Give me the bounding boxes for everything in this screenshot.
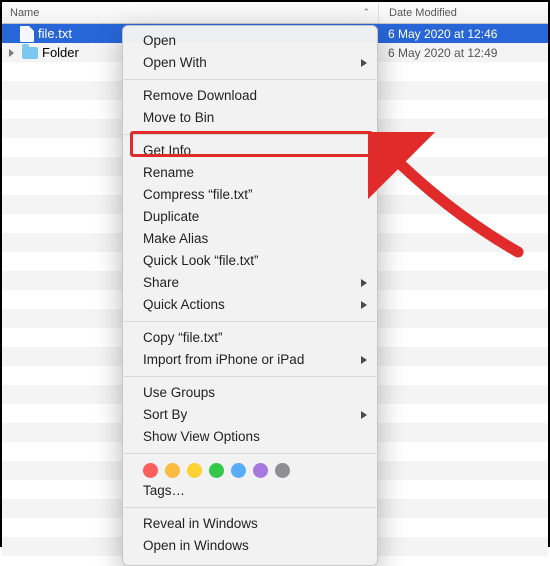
menu-remove-download[interactable]: Remove Download (123, 85, 377, 107)
tag-orange[interactable] (165, 463, 180, 478)
column-date-label: Date Modified (389, 7, 457, 19)
menu-separator (124, 376, 376, 377)
folder-icon (22, 47, 38, 59)
menu-open[interactable]: Open (123, 30, 377, 52)
menu-separator (124, 321, 376, 322)
tag-blue[interactable] (231, 463, 246, 478)
menu-copy[interactable]: Copy “file.txt” (123, 327, 377, 349)
menu-duplicate[interactable]: Duplicate (123, 206, 377, 228)
menu-open-with[interactable]: Open With (123, 52, 377, 74)
folder-name: Folder (42, 45, 79, 60)
menu-separator (124, 134, 376, 135)
menu-compress[interactable]: Compress “file.txt” (123, 184, 377, 206)
tag-green[interactable] (209, 463, 224, 478)
text-file-icon (20, 26, 34, 42)
disclosure-triangle-icon[interactable] (9, 49, 14, 57)
tag-purple[interactable] (253, 463, 268, 478)
menu-separator (124, 507, 376, 508)
column-header: Name ⌃ Date Modified (2, 2, 548, 24)
column-date-modified[interactable]: Date Modified (378, 2, 548, 23)
menu-open-in-windows[interactable]: Open in Windows (123, 535, 377, 557)
column-name[interactable]: Name ⌃ (2, 7, 378, 19)
menu-rename[interactable]: Rename (123, 162, 377, 184)
menu-sort-by[interactable]: Sort By (123, 404, 377, 426)
tag-yellow[interactable] (187, 463, 202, 478)
menu-quick-actions[interactable]: Quick Actions (123, 294, 377, 316)
column-name-label: Name (10, 7, 39, 19)
menu-reveal-in-windows[interactable]: Reveal in Windows (123, 513, 377, 535)
menu-separator (124, 453, 376, 454)
context-menu: Open Open With Remove Download Move to B… (122, 25, 378, 566)
file-date: 6 May 2020 at 12:46 (378, 27, 548, 41)
menu-move-to-bin[interactable]: Move to Bin (123, 107, 377, 129)
sort-ascending-icon: ⌃ (362, 7, 370, 18)
menu-get-info[interactable]: Get Info (123, 140, 377, 162)
folder-date: 6 May 2020 at 12:49 (378, 46, 548, 60)
file-name: file.txt (38, 26, 72, 41)
menu-tags[interactable]: Tags… (123, 480, 377, 502)
menu-separator (124, 79, 376, 80)
tag-gray[interactable] (275, 463, 290, 478)
menu-use-groups[interactable]: Use Groups (123, 382, 377, 404)
menu-share[interactable]: Share (123, 272, 377, 294)
menu-quick-look[interactable]: Quick Look “file.txt” (123, 250, 377, 272)
menu-import-ios[interactable]: Import from iPhone or iPad (123, 349, 377, 371)
menu-tag-swatches (123, 459, 377, 480)
tag-red[interactable] (143, 463, 158, 478)
menu-show-view-options[interactable]: Show View Options (123, 426, 377, 448)
menu-make-alias[interactable]: Make Alias (123, 228, 377, 250)
